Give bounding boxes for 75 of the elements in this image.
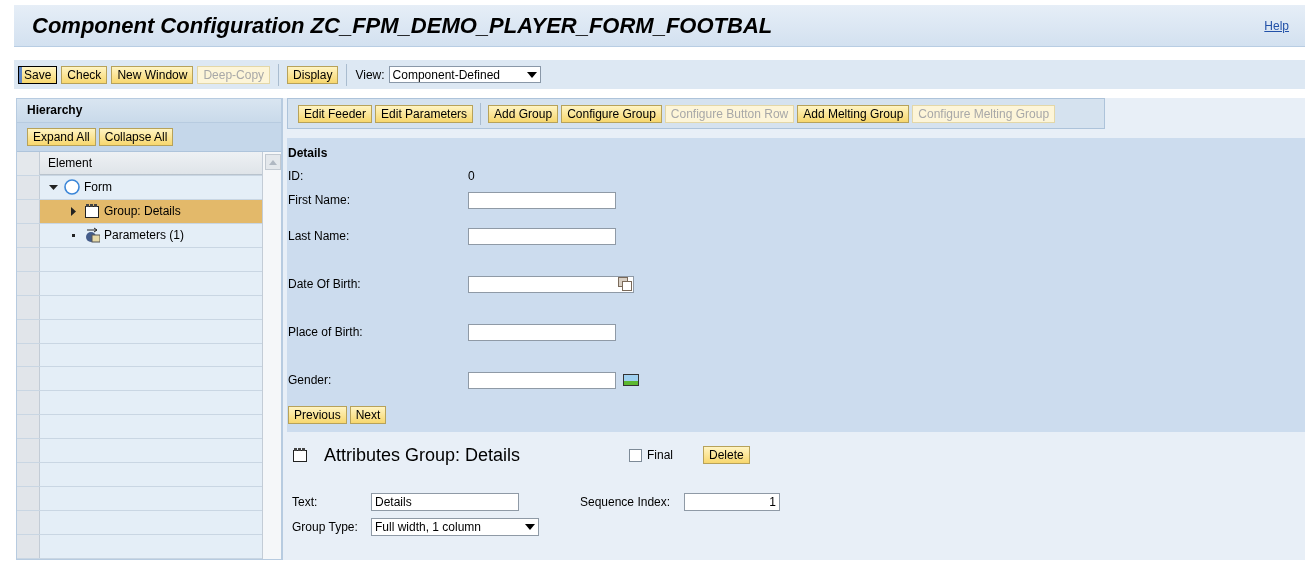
row-selector[interactable] [17,295,40,319]
tree-label: Group: Details [104,204,181,219]
field-label: First Name: [288,193,351,207]
date-field[interactable] [468,275,634,293]
row-selector[interactable] [17,535,40,558]
row-selector[interactable] [17,271,40,295]
calendar-icon [618,277,632,291]
button[interactable]: Save [18,65,58,84]
row-selector[interactable] [17,391,40,415]
column-header: Element [40,152,262,175]
caret-icon [526,71,537,78]
view-label: View: [355,67,385,82]
button[interactable]: Display [287,65,339,84]
button[interactable]: Edit Parameters [375,104,474,123]
row-selector[interactable] [17,463,40,487]
caret-icon [525,523,535,530]
tree-row[interactable]: Parameters (1) [40,223,262,247]
button[interactable]: Edit Feeder [298,104,373,123]
field-label: Date Of Birth: [288,277,362,291]
group-icon [84,203,100,220]
field-label: Gender: [288,373,333,387]
input-field[interactable] [468,227,616,245]
button[interactable]: Next [349,406,387,424]
parameters-icon [84,227,100,244]
field-label: Text: [292,494,319,509]
row-selector[interactable] [17,487,40,511]
field-value: 0 [468,169,475,183]
value-help-icon [623,374,639,386]
row-selector[interactable] [17,439,40,463]
section-title: Attributes Group: Details [324,444,522,466]
button[interactable]: Expand All [27,128,96,146]
panel-title: Hierarchy [17,99,281,123]
button[interactable]: New Window [111,65,194,84]
row-selector[interactable] [17,247,40,271]
input-field[interactable] [468,191,616,209]
input-field[interactable]: 1 [684,492,780,511]
row-selector[interactable] [17,175,40,199]
row-selector[interactable] [17,199,40,223]
group-type-dropdown[interactable]: Full width, 1 column [371,517,539,536]
button[interactable]: Previous [288,406,347,424]
scrollbar[interactable] [262,152,281,559]
button[interactable]: Delete [703,446,750,464]
field-label: Place of Birth: [288,325,364,339]
field-label: ID: [288,169,305,183]
input-field[interactable]: Details [371,492,519,511]
tree-row[interactable]: Form [40,175,262,199]
row-selector[interactable] [17,223,40,247]
input-field[interactable] [468,371,616,389]
page-title: Component Configuration ZC_FPM_DEMO_PLAYER_FORM_FOOTBAL [32,12,773,39]
button[interactable]: Add Group [488,104,559,123]
button[interactable]: Check [61,65,108,84]
row-selector[interactable] [17,511,40,534]
field-label: Group Type: [292,519,359,534]
row-selector[interactable] [17,415,40,439]
section-title: Details [288,146,329,160]
row-selector[interactable] [17,343,40,367]
circle-icon [64,179,80,196]
tree-label: Form [84,180,112,195]
bullet-icon [71,233,75,237]
row-selector[interactable] [17,367,40,391]
scroll-up-icon [269,159,277,165]
group-icon [292,447,308,463]
field-label: Last Name: [288,229,351,243]
final-checkbox[interactable]: Final [629,448,703,462]
field-label: Sequence Index: [580,494,672,509]
tree-label: Parameters (1) [104,228,185,243]
tree-row[interactable]: Group: Details [40,199,262,223]
button[interactable]: Collapse All [98,128,174,146]
button[interactable]: Add Melting Group [797,104,910,123]
row-selector[interactable] [17,319,40,343]
button[interactable]: Configure Group [561,104,662,123]
help-link[interactable]: Help [1264,18,1289,33]
row-selector[interactable] [17,152,40,175]
view-dropdown[interactable]: Component-Defined [388,66,541,83]
input-field[interactable] [468,323,616,341]
